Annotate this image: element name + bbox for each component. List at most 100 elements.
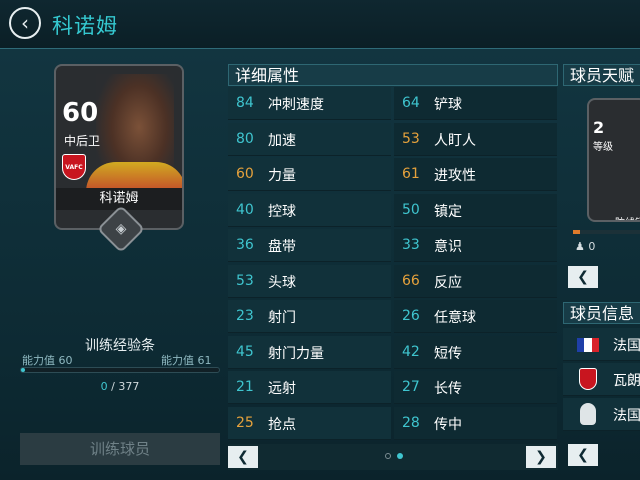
attribute-cell-left: 45 射门力量 — [228, 335, 391, 369]
training-xp-count: 0 / 377 — [100, 380, 140, 393]
info-nation: 法国 — [613, 338, 640, 354]
attribute-cell-right: 66 反应 — [394, 264, 557, 298]
talent-header: 球员天赋 — [563, 64, 640, 86]
attribute-name: 传中 — [434, 416, 462, 433]
attribute-name: 加速 — [268, 132, 296, 149]
person-icon: ♟ — [575, 240, 585, 253]
attribute-cell-left: 25 抢点 — [228, 406, 391, 440]
attribute-value: 28 — [402, 414, 420, 431]
attribute-cell-right: 61 进攻性 — [394, 158, 557, 191]
attribute-name: 盘带 — [268, 239, 296, 255]
attribute-name: 人盯人 — [434, 132, 476, 149]
chevron-left-icon: ❮ — [237, 449, 249, 465]
attribute-name: 反应 — [434, 274, 462, 291]
prev-page-button[interactable]: ❮ — [228, 446, 258, 468]
info-nation-row: 法国 — [563, 328, 640, 361]
training-xp-bar — [20, 367, 220, 373]
attribute-value: 25 — [236, 414, 254, 431]
ability-current: 能力值 60 — [22, 354, 73, 367]
attribute-name: 射门 — [268, 310, 296, 326]
attribute-row: 40 控球 50 镇定 — [228, 193, 558, 227]
talent-count: ♟ 0 — [575, 240, 596, 253]
attribute-row: 45 射门力量 42 短传 — [228, 335, 558, 369]
attribute-value: 23 — [236, 308, 254, 324]
talent-progress-fill — [573, 230, 580, 234]
talent-level-label: 等级 — [593, 142, 613, 153]
attributes-panel: 详细属性 84 冲刺速度 64 铲球 80 加速 53 人盯人 60 力量 61 进攻性 40 控球 50 镇… — [228, 64, 559, 470]
chevron-left-icon: ‹ — [21, 11, 29, 35]
attribute-value: 36 — [236, 237, 254, 253]
attribute-value: 60 — [236, 166, 254, 182]
chevron-left-icon: ❮ — [577, 447, 589, 463]
attribute-name: 远射 — [268, 381, 296, 397]
talent-card[interactable]: 2 等级 防线锁 — [587, 98, 640, 222]
attribute-name: 铲球 — [434, 97, 462, 113]
attribute-value: 21 — [236, 379, 254, 395]
attribute-value: 26 — [402, 308, 420, 324]
attribute-value: 45 — [236, 343, 254, 360]
back-button[interactable]: ‹ — [9, 7, 41, 39]
attribute-name: 头球 — [268, 274, 296, 291]
page-dot-1 — [385, 453, 391, 459]
attribute-name: 射门力量 — [268, 345, 324, 362]
attribute-row: 25 抢点 28 传中 — [228, 406, 558, 440]
attribute-name: 力量 — [268, 168, 296, 184]
attribute-value: 53 — [236, 272, 254, 289]
attribute-value: 84 — [236, 95, 254, 111]
attribute-name: 长传 — [434, 381, 462, 397]
next-page-button[interactable]: ❯ — [526, 446, 556, 468]
attribute-value: 80 — [236, 130, 254, 147]
attribute-cell-left: 80 加速 — [228, 122, 391, 156]
attribute-name: 冲刺速度 — [268, 97, 324, 113]
attributes-header: 详细属性 — [228, 64, 558, 86]
info-league: 法国 — [613, 408, 640, 424]
attribute-cell-left: 23 射门 — [228, 300, 391, 333]
info-league-row: 法国 — [563, 398, 640, 431]
attribute-value: 33 — [402, 237, 420, 253]
attribute-cell-left: 53 头球 — [228, 264, 391, 298]
chevron-right-icon: ❯ — [535, 449, 547, 465]
player-card: 60 中后卫 VAFC 科诺姆 — [54, 64, 184, 230]
chevron-left-icon: ❮ — [577, 269, 589, 285]
attribute-name: 抢点 — [268, 416, 296, 433]
info-header: 球员信息 — [563, 302, 640, 324]
attribute-cell-right: 42 短传 — [394, 335, 557, 369]
attribute-row: 23 射门 26 任意球 — [228, 300, 558, 333]
player-rating: 60 — [62, 98, 99, 128]
info-club: 瓦朗 — [613, 373, 640, 389]
talent-level: 2 — [593, 118, 605, 137]
attribute-name: 短传 — [434, 345, 462, 362]
attribute-cell-right: 28 传中 — [394, 406, 557, 440]
attribute-value: 53 — [402, 130, 420, 147]
attribute-cell-right: 33 意识 — [394, 229, 557, 262]
attribute-value: 64 — [402, 95, 420, 111]
club-badge-icon: VAFC — [62, 154, 86, 180]
page-dot-2 — [397, 453, 403, 459]
ability-next: 能力值 61 — [161, 354, 212, 367]
card-tier-symbol: ◈ — [115, 221, 127, 237]
attribute-row: 36 盘带 33 意识 — [228, 229, 558, 262]
info-prev-button[interactable]: ❮ — [568, 444, 598, 466]
top-bar: ‹ 科诺姆 — [0, 0, 640, 49]
attribute-cell-right: 53 人盯人 — [394, 122, 557, 156]
attribute-cell-right: 50 镇定 — [394, 193, 557, 227]
attribute-name: 意识 — [434, 239, 462, 255]
attribute-name: 控球 — [268, 203, 296, 220]
attribute-cell-right: 27 长传 — [394, 371, 557, 404]
train-player-button[interactable]: 训练球员 — [20, 433, 220, 465]
player-position: 中后卫 — [64, 134, 101, 148]
attribute-row: 80 加速 53 人盯人 — [228, 122, 558, 156]
info-club-row: 瓦朗 — [563, 363, 640, 396]
attribute-cell-left: 21 远射 — [228, 371, 391, 404]
attribute-row: 60 力量 61 进攻性 — [228, 158, 558, 191]
attribute-row: 53 头球 66 反应 — [228, 264, 558, 298]
attribute-cell-left: 60 力量 — [228, 158, 391, 191]
attribute-cell-left: 40 控球 — [228, 193, 391, 227]
attribute-value: 40 — [236, 201, 254, 218]
attribute-value: 42 — [402, 343, 420, 360]
talent-prev-button[interactable]: ❮ — [568, 266, 598, 288]
attribute-name: 进攻性 — [434, 168, 476, 184]
attribute-name: 任意球 — [434, 310, 476, 326]
talent-progress-bar — [573, 230, 640, 234]
attribute-cell-left: 84 冲刺速度 — [228, 87, 391, 120]
